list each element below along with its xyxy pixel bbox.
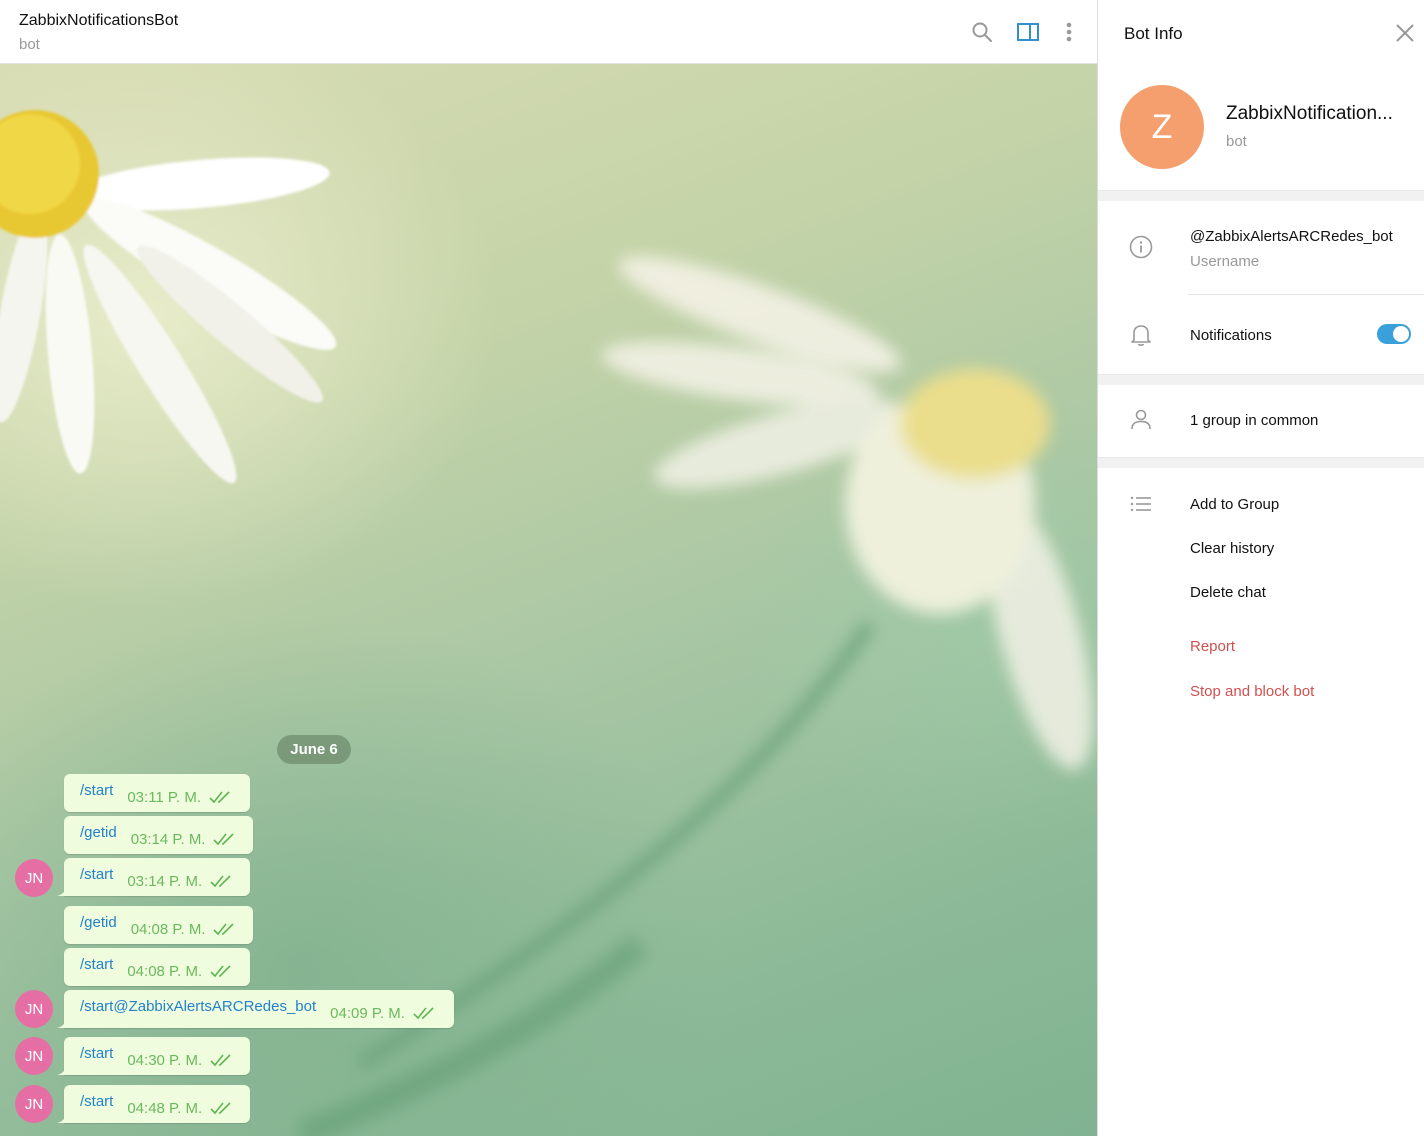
double-check-icon	[210, 965, 231, 978]
chat-status: bot	[19, 36, 40, 53]
bell-icon	[1128, 322, 1154, 348]
message-text[interactable]: /start	[80, 1093, 113, 1110]
message-time: 03:14 P. M.	[130, 830, 206, 848]
more-vertical-icon[interactable]	[1055, 18, 1083, 46]
delete-chat-button[interactable]: Delete chat	[1190, 584, 1266, 601]
double-check-icon	[209, 791, 230, 804]
message-text[interactable]: /getid	[80, 914, 117, 931]
message-text[interactable]: /start	[80, 866, 113, 883]
bot-info-panel: Bot Info Z ZabbixNotification... bot @Za…	[1097, 0, 1424, 1136]
message-time: 04:30 P. M.	[127, 1051, 203, 1069]
search-icon[interactable]	[968, 18, 996, 46]
clear-history-button[interactable]: Clear history	[1190, 540, 1274, 557]
message-bubble[interactable]: /getid 03:14 P. M.	[64, 816, 253, 854]
double-check-icon	[413, 1007, 434, 1020]
double-check-icon	[210, 875, 231, 888]
add-to-group-button[interactable]: Add to Group	[1190, 496, 1279, 513]
message-bubble[interactable]: /start@ZabbixAlertsARCRedes_bot 04:09 P.…	[57, 990, 454, 1028]
message-time: 03:14 P. M.	[127, 872, 203, 890]
avatar[interactable]: JN	[15, 1085, 53, 1123]
bot-name: ZabbixNotification...	[1226, 103, 1393, 124]
message-time: 04:48 P. M.	[127, 1099, 203, 1117]
message-bubble[interactable]: /start 04:30 P. M.	[57, 1037, 250, 1075]
sidebar-toggle-icon[interactable]	[1014, 18, 1042, 46]
bot-status: bot	[1226, 133, 1247, 150]
message-text[interactable]: /start	[80, 782, 113, 799]
double-check-icon	[210, 1054, 231, 1067]
message-bubble[interactable]: /getid 04:08 P. M.	[64, 906, 253, 944]
chat-title[interactable]: ZabbixNotificationsBot	[19, 12, 178, 30]
section-divider	[1098, 190, 1424, 201]
list-icon	[1128, 491, 1154, 517]
double-check-icon	[213, 833, 235, 846]
notifications-label: Notifications	[1190, 327, 1272, 344]
message-bubble[interactable]: /start 03:14 P. M.	[57, 858, 250, 896]
section-divider	[1098, 457, 1424, 468]
message-time: 04:09 P. M.	[330, 1004, 405, 1022]
message-time: 04:08 P. M.	[127, 962, 203, 980]
message-text[interactable]: /start	[80, 956, 113, 973]
avatar[interactable]: JN	[15, 859, 53, 897]
bubble-tail	[57, 1113, 67, 1123]
message-bubble[interactable]: /start 03:11 P. M.	[64, 774, 250, 812]
message-text[interactable]: /start@ZabbixAlertsARCRedes_bot	[80, 998, 316, 1015]
notifications-toggle[interactable]	[1377, 324, 1411, 344]
bubble-tail	[57, 1018, 67, 1028]
report-button[interactable]: Report	[1190, 638, 1235, 655]
message-time: 04:08 P. M.	[130, 920, 206, 938]
groups-in-common[interactable]: 1 group in common	[1190, 412, 1318, 429]
double-check-icon	[213, 923, 235, 936]
date-separator: June 6	[277, 735, 351, 764]
person-icon	[1128, 407, 1154, 433]
close-icon[interactable]	[1394, 22, 1416, 44]
message-text[interactable]: /start	[80, 1045, 113, 1062]
row-separator	[1188, 294, 1424, 295]
avatar[interactable]: JN	[15, 990, 53, 1028]
bubble-tail	[57, 1065, 67, 1075]
username-value[interactable]: @ZabbixAlertsARCRedes_bot	[1190, 228, 1393, 245]
avatar[interactable]: JN	[15, 1037, 53, 1075]
chat-header: ZabbixNotificationsBot bot	[0, 0, 1097, 64]
info-icon	[1128, 234, 1154, 260]
double-check-icon	[210, 1102, 231, 1115]
chat-area: ZabbixNotificationsBot bot June 6 /start…	[0, 0, 1097, 1136]
message-time: 03:11 P. M.	[127, 788, 202, 806]
message-text[interactable]: /getid	[80, 824, 117, 841]
section-divider	[1098, 374, 1424, 385]
username-label: Username	[1190, 253, 1260, 270]
panel-title: Bot Info	[1124, 24, 1183, 43]
stop-and-block-button[interactable]: Stop and block bot	[1190, 683, 1314, 700]
message-bubble[interactable]: /start 04:08 P. M.	[64, 948, 250, 986]
bubble-tail	[57, 886, 67, 896]
message-bubble[interactable]: /start 04:48 P. M.	[57, 1085, 250, 1123]
toggle-knob	[1393, 326, 1409, 342]
bot-avatar[interactable]: Z	[1120, 85, 1204, 169]
